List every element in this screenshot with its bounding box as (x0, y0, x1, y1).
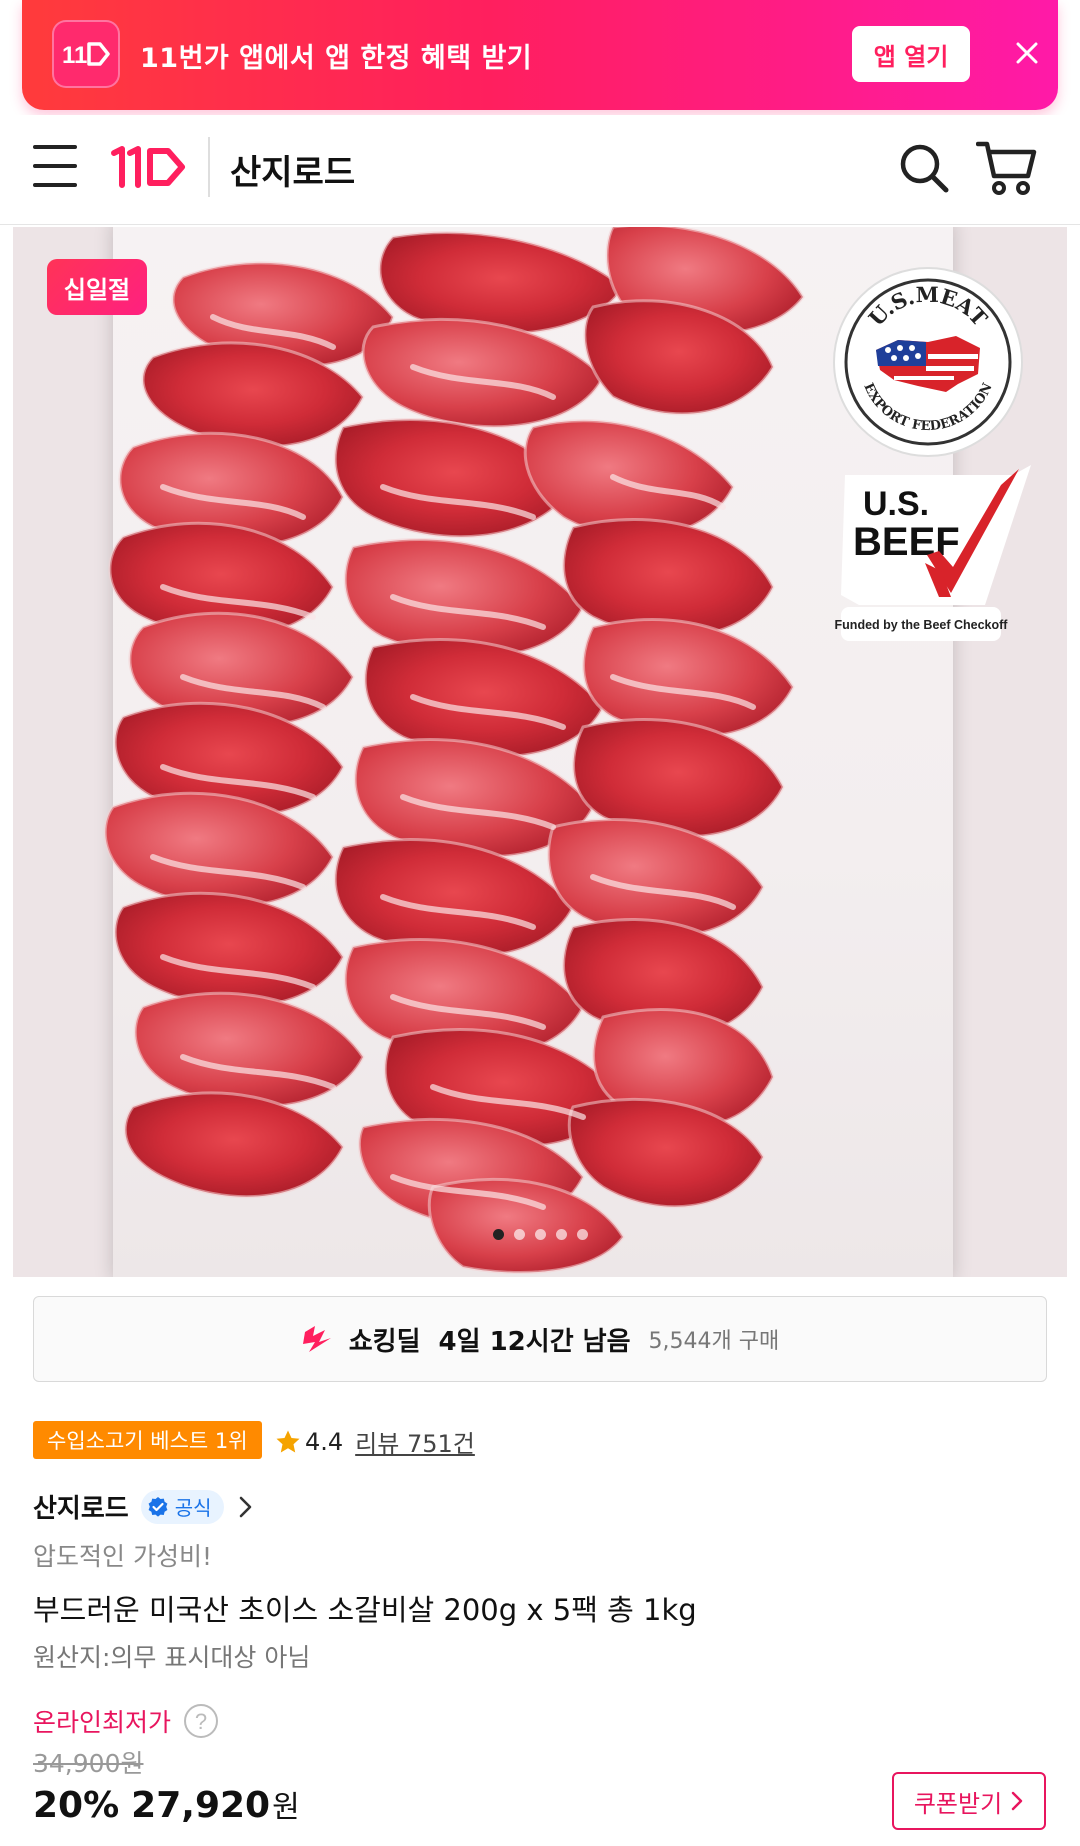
search-icon[interactable] (896, 140, 952, 196)
seller-name[interactable]: 산지로드 (33, 1488, 129, 1525)
product-image-carousel[interactable]: 십일절 U.S.MEAT EXPORT FEDERATION U.S. BEEF… (13, 227, 1067, 1277)
chevron-right-icon[interactable] (238, 1494, 254, 1520)
best-seller-badge: 수입소고기 베스트 1위 (33, 1421, 262, 1459)
menu-icon[interactable] (33, 145, 79, 189)
svg-text:U.S.: U.S. (863, 485, 929, 523)
verified-icon (148, 1496, 168, 1517)
store-name[interactable]: 산지로드 (230, 145, 355, 194)
currency-unit: 원 (272, 1790, 300, 1825)
review-link[interactable]: 리뷰 751건 (355, 1424, 475, 1459)
lowest-price-label: 온라인최저가 ? (33, 1703, 219, 1739)
deal-label: 쇼킹딜 (348, 1326, 421, 1357)
rating-summary: 4.4 리뷰 751건 (275, 1424, 475, 1459)
carousel-dot[interactable] (556, 1229, 567, 1240)
sale-price: 27,920 (131, 1785, 271, 1826)
seller-row[interactable]: 산지로드 공식 (33, 1488, 254, 1525)
purchase-count: 5,544개 구매 (648, 1329, 780, 1354)
promo-text: 11번가 앱에서 앱 한정 혜택 받기 (140, 43, 533, 74)
carousel-dot[interactable] (535, 1229, 546, 1240)
11st-app-logo: 11 (52, 20, 120, 88)
product-title: 부드러운 미국산 초이스 소갈비살 200g x 5팩 총 1kg (33, 1593, 697, 1627)
11st-logo[interactable] (108, 143, 188, 191)
carousel-dot[interactable] (493, 1229, 504, 1240)
shocking-deal-box[interactable]: 쇼킹딜 4일 12시간 남음 5,544개 구매 (33, 1296, 1047, 1382)
carousel-dot[interactable] (577, 1229, 588, 1240)
sale-event-badge: 십일절 (47, 259, 147, 315)
rating-value: 4.4 (305, 1427, 344, 1456)
us-beef-logo: U.S. BEEF Funded by the Beef Checkoff (835, 465, 1031, 641)
original-price: 34,900원 (33, 1749, 144, 1778)
us-meat-export-logo: U.S.MEAT EXPORT FEDERATION (833, 267, 1023, 457)
coupon-label: 쿠폰받기 (913, 1789, 1003, 1818)
carousel-indicator (493, 1229, 588, 1240)
question-icon[interactable]: ? (183, 1703, 219, 1739)
carousel-dot[interactable] (514, 1229, 525, 1240)
close-icon[interactable] (1012, 38, 1042, 68)
chevron-right-icon (1011, 1791, 1023, 1811)
header-divider (208, 137, 210, 197)
open-app-button[interactable]: 앱 열기 (852, 26, 970, 82)
official-label: 공식 (174, 1496, 212, 1520)
star-icon (276, 1430, 300, 1452)
cart-icon[interactable] (976, 138, 1038, 198)
shocking-deal-icon (302, 1326, 331, 1352)
app-promo-banner[interactable]: 11 11번가 앱에서 앱 한정 혜택 받기 앱 열기 (22, 0, 1058, 110)
discount-rate: 20% (33, 1785, 120, 1826)
lowest-price-text: 온라인최저가 (33, 1708, 172, 1737)
deal-time-left: 4일 12시간 남음 (438, 1326, 631, 1357)
svg-text:11: 11 (62, 42, 87, 69)
product-origin: 원산지:의무 표시대상 아님 (33, 1643, 311, 1672)
svg-text:?: ? (195, 1709, 207, 1734)
get-coupon-button[interactable]: 쿠폰받기 (892, 1772, 1046, 1830)
product-subtitle: 압도적인 가성비! (33, 1542, 212, 1571)
svg-text:Funded by the Beef Checkoff: Funded by the Beef Checkoff (835, 618, 1008, 632)
site-header: 산지로드 (0, 115, 1080, 225)
official-badge: 공식 (140, 1489, 224, 1524)
sale-price-row: 20% 27,920 원 (33, 1782, 300, 1826)
